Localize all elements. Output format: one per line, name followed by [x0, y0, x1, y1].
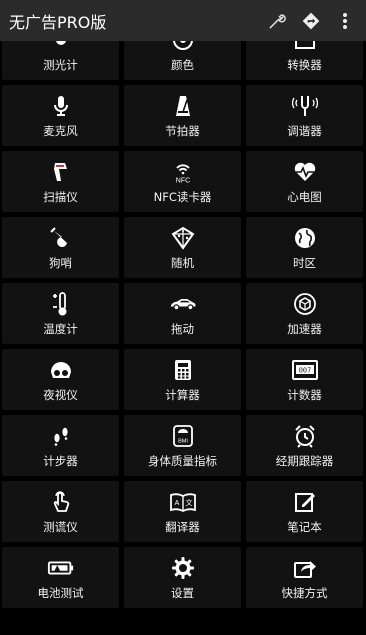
tool-tile[interactable]: NFC NFC读卡器: [124, 151, 241, 212]
svg-text:NFC: NFC: [175, 178, 189, 185]
tool-label: 麦克风: [43, 124, 78, 138]
tool-tile[interactable]: 夜视仪: [2, 349, 119, 410]
calculator-icon: [169, 358, 197, 382]
color-wheel-icon: [169, 41, 197, 52]
tool-tile[interactable]: 拖动: [124, 283, 241, 344]
tool-label: 转换器: [287, 58, 322, 72]
tool-label: 调谐器: [287, 124, 322, 138]
tool-tile[interactable]: 设置: [124, 547, 241, 608]
bmi-scale-icon: BMI: [169, 424, 197, 448]
svg-text:A: A: [174, 500, 179, 507]
tool-tile[interactable]: 经期跟踪器: [246, 415, 363, 476]
tuning-fork-icon: [291, 94, 319, 118]
app-title: 无广告PRO版: [9, 12, 107, 32]
tool-tile[interactable]: 心电图: [246, 151, 363, 212]
globe-icon: [291, 226, 319, 250]
share-shortcut-icon: [291, 556, 319, 580]
tool-label: 设置: [171, 586, 194, 600]
tool-tile[interactable]: 狗哨: [2, 217, 119, 278]
tool-label: 快捷方式: [281, 586, 328, 600]
tools-grid: 测光计 颜色 转换器麦克风 节拍器 调谐器扫描仪 NFC NFC读卡器 心电图狗哨 随机 时区温度…: [0, 41, 366, 635]
tool-tile[interactable]: 测谎仪: [2, 481, 119, 542]
gear-icon: [169, 556, 197, 580]
tool-tile[interactable]: 计步器: [2, 415, 119, 476]
accelerometer-icon: [291, 292, 319, 316]
night-vision-icon: [47, 358, 75, 382]
tool-label: 经期跟踪器: [275, 454, 334, 468]
car-icon: [169, 292, 197, 316]
tool-tile[interactable]: 计算器: [124, 349, 241, 410]
tool-tile[interactable]: 调谐器: [246, 85, 363, 146]
battery-icon: [47, 556, 75, 580]
tool-tile[interactable]: 颜色: [124, 41, 241, 80]
wrench-icon[interactable]: [264, 8, 290, 34]
app-bar: 无广告PRO版: [0, 0, 366, 41]
svg-text:007: 007: [298, 368, 311, 376]
tool-tile[interactable]: 007 计数器: [246, 349, 363, 410]
tool-label: 夜视仪: [43, 388, 78, 402]
tool-label: 电池测试: [37, 586, 84, 600]
tool-label: 身体质量指标: [148, 454, 217, 468]
tool-label: 时区: [293, 256, 316, 270]
tool-label: 翻译器: [165, 520, 200, 534]
tool-label: 拖动: [171, 322, 194, 336]
overflow-menu-icon[interactable]: [332, 8, 358, 34]
tool-tile[interactable]: 随机: [124, 217, 241, 278]
footsteps-icon: [47, 424, 75, 448]
tool-tile[interactable]: 加速器: [246, 283, 363, 344]
tool-label: 测谎仪: [43, 520, 78, 534]
tool-tile[interactable]: 麦克风: [2, 85, 119, 146]
tool-tile[interactable]: BMI 身体质量指标: [124, 415, 241, 476]
tool-tile[interactable]: 测光计: [2, 41, 119, 80]
metronome-icon: [169, 94, 197, 118]
tool-label: 测光计: [43, 58, 78, 72]
tool-label: 笔记本: [287, 520, 322, 534]
tool-label: 计数器: [287, 388, 322, 402]
tool-label: 扫描仪: [43, 190, 78, 204]
translator-book-icon: A文: [169, 490, 197, 514]
dog-whistle-icon: [47, 226, 75, 250]
counter-icon: 007: [291, 358, 319, 382]
tool-tile[interactable]: 笔记本: [246, 481, 363, 542]
tool-tile[interactable]: 节拍器: [124, 85, 241, 146]
tool-label: 温度计: [43, 322, 78, 336]
converter-icon: [291, 41, 319, 52]
notepad-icon: [291, 490, 319, 514]
tool-label: NFC读卡器: [153, 190, 212, 204]
nfc-icon: NFC: [169, 160, 197, 184]
tool-label: 节拍器: [165, 124, 200, 138]
tool-tile[interactable]: 快捷方式: [246, 547, 363, 608]
directions-icon[interactable]: [298, 8, 324, 34]
tool-tile[interactable]: 扫描仪: [2, 151, 119, 212]
tool-label: 颜色: [171, 58, 194, 72]
tool-label: 狗哨: [49, 256, 72, 270]
tool-label: 加速器: [287, 322, 322, 336]
tool-label: 计算器: [165, 388, 200, 402]
tool-tile[interactable]: 时区: [246, 217, 363, 278]
tool-tile[interactable]: A 文翻译器: [124, 481, 241, 542]
tool-tile[interactable]: 电池测试: [2, 547, 119, 608]
tool-tile[interactable]: 转换器: [246, 41, 363, 80]
svg-text:文: 文: [185, 498, 192, 507]
heart-pulse-icon: [291, 160, 319, 184]
tool-label: 随机: [171, 256, 194, 270]
svg-text:BMI: BMI: [178, 439, 188, 445]
alarm-clock-icon: [291, 424, 319, 448]
thermometer-icon: [47, 292, 75, 316]
light-meter-icon: [47, 41, 75, 52]
tool-label: 心电图: [287, 190, 322, 204]
dice-icon: [169, 226, 197, 250]
microphone-icon: [47, 94, 75, 118]
tool-label: 计步器: [43, 454, 78, 468]
touch-finger-icon: [47, 490, 75, 514]
barcode-scanner-icon: [47, 160, 75, 184]
tool-tile[interactable]: 温度计: [2, 283, 119, 344]
